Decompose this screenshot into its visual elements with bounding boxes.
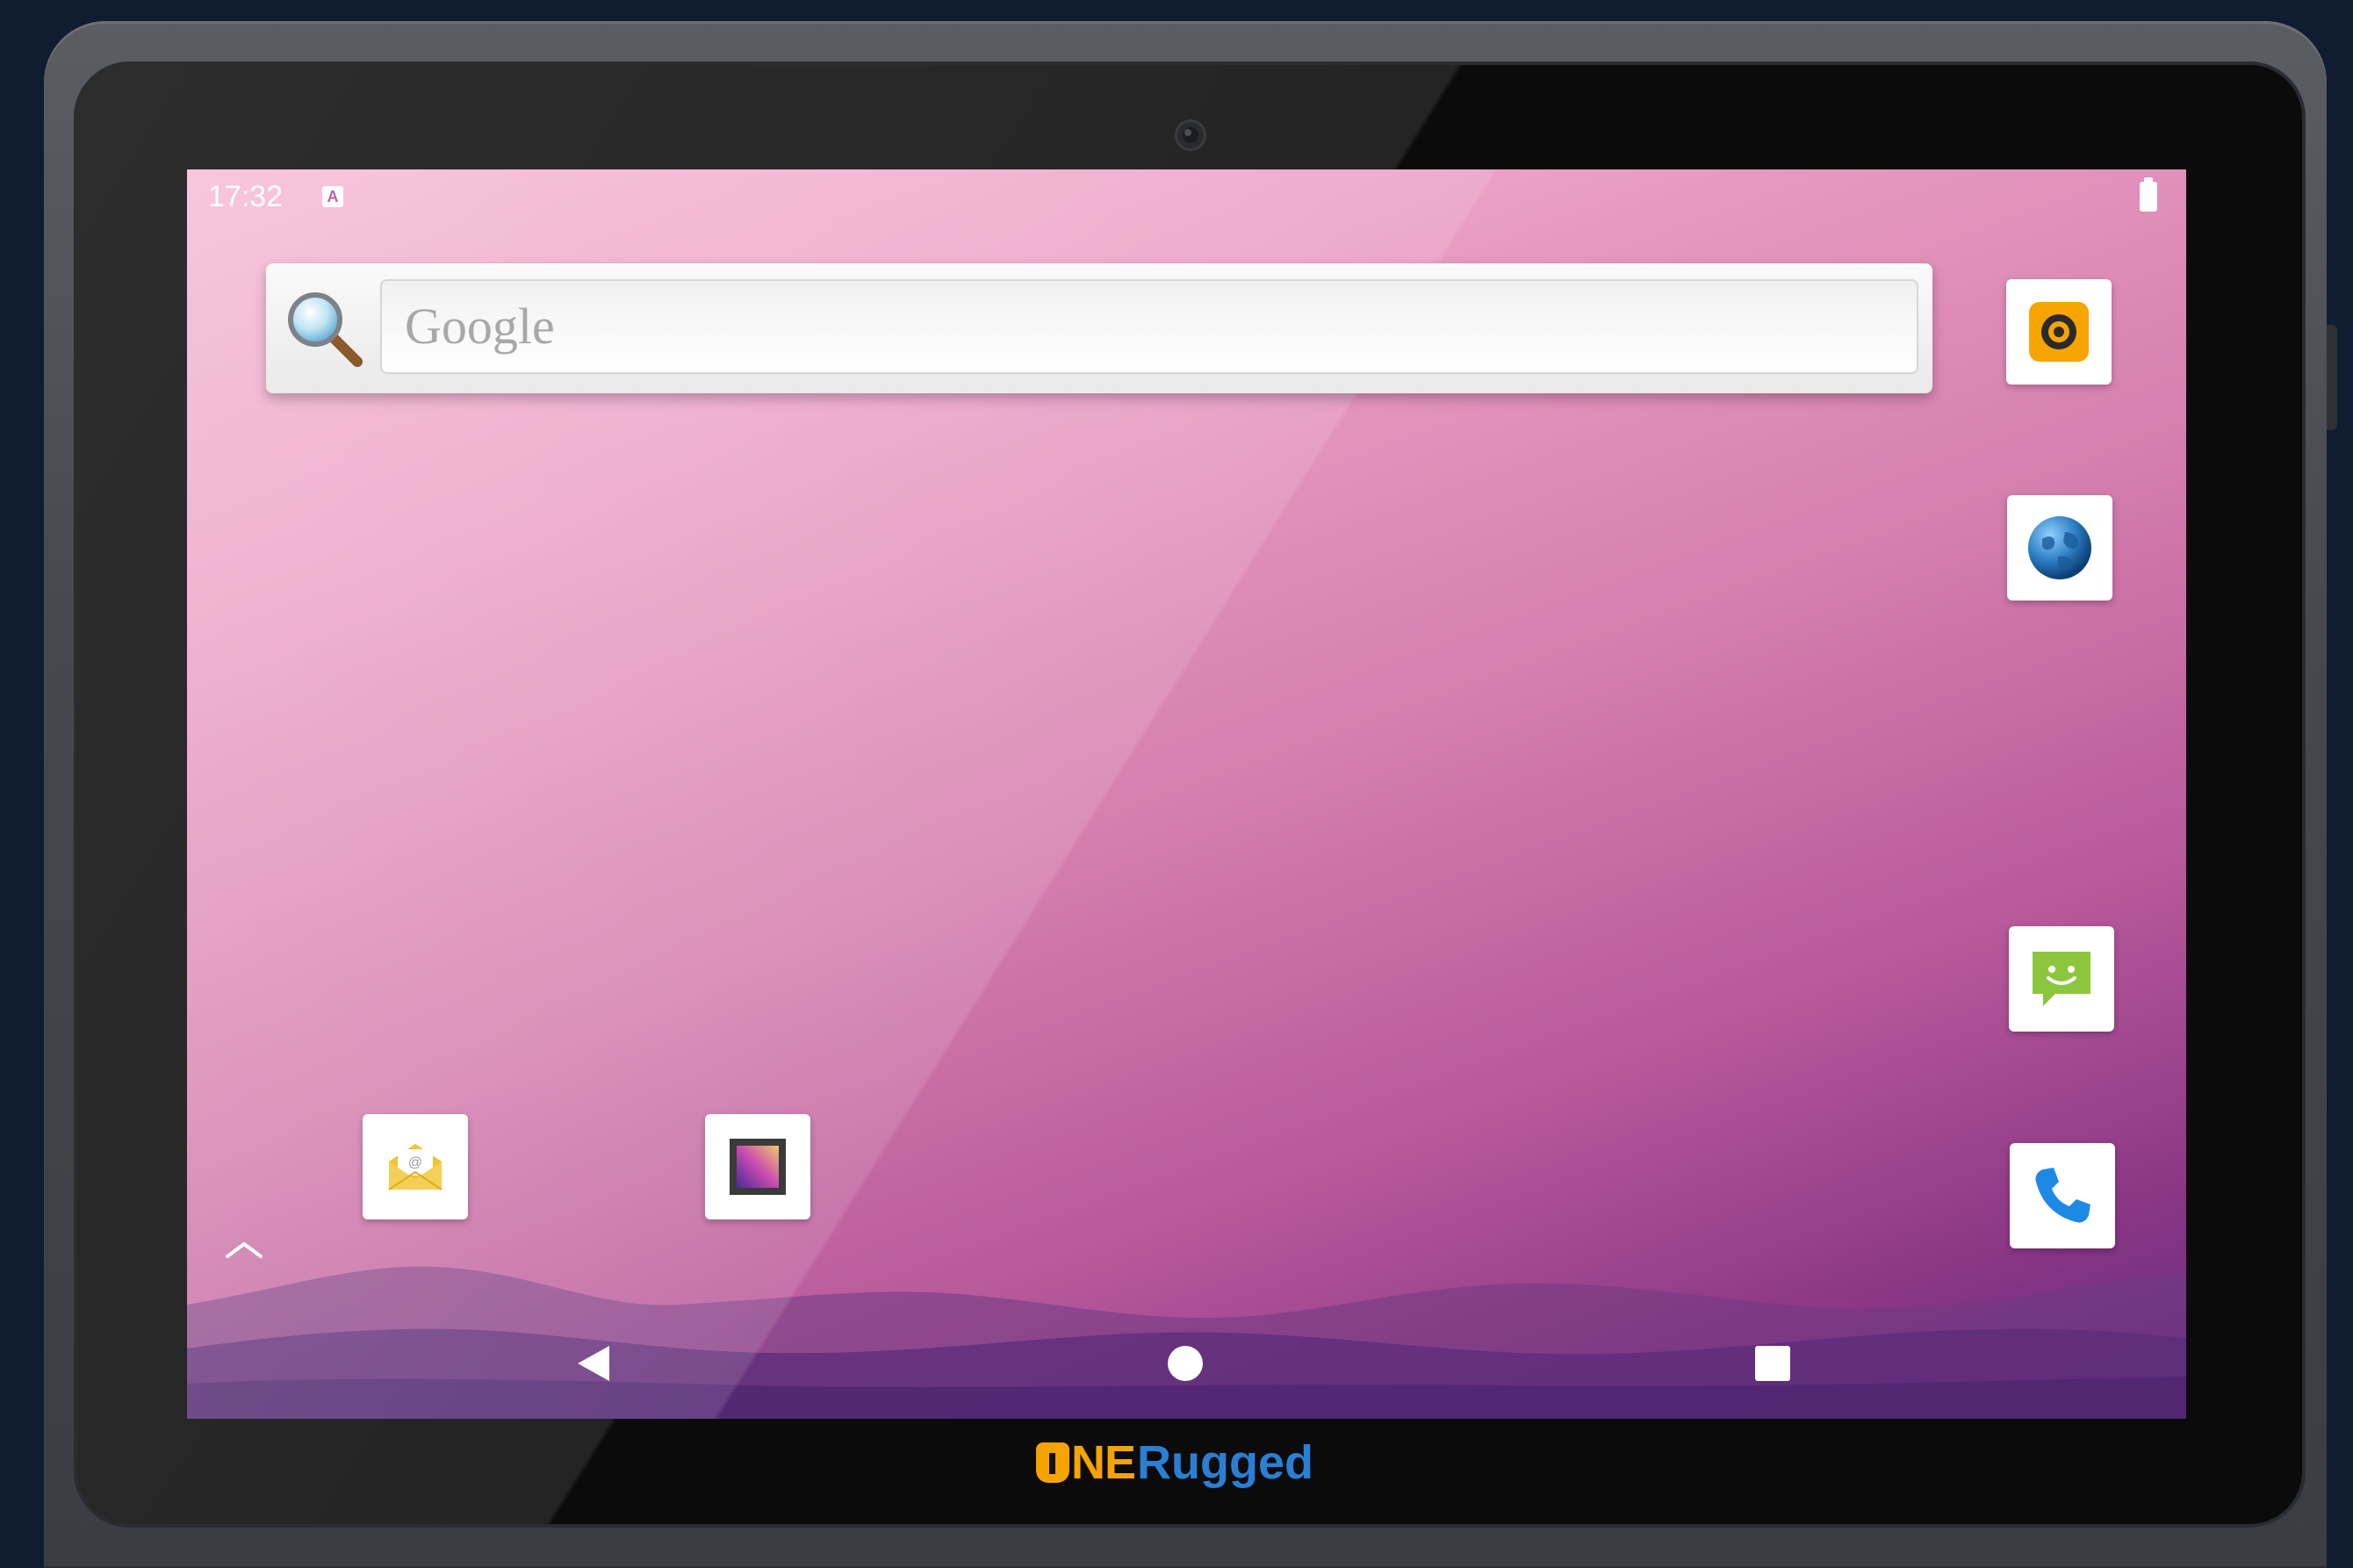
home-circle-icon[interactable] xyxy=(1168,1346,1203,1381)
phone-app[interactable] xyxy=(2010,1143,2115,1248)
email-app[interactable]: @ xyxy=(363,1114,468,1219)
status-time: 17:32 xyxy=(208,180,284,213)
recents-square-icon[interactable] xyxy=(1755,1346,1790,1381)
camera-app[interactable] xyxy=(2006,279,2112,385)
front-camera-icon xyxy=(1175,119,1206,151)
search-icon[interactable] xyxy=(282,286,366,370)
brand-mark-icon xyxy=(1036,1442,1069,1483)
picture-icon xyxy=(730,1139,786,1195)
svg-text:@: @ xyxy=(408,1155,422,1170)
device-brand-logo: NE Rugged xyxy=(1036,1436,1313,1489)
smiley-chat-icon xyxy=(2033,952,2090,1006)
search-input[interactable]: Google xyxy=(380,279,1918,374)
camera-shutter-icon xyxy=(2029,302,2089,362)
phone-icon xyxy=(2035,1168,2090,1223)
google-search-widget[interactable]: Google xyxy=(266,263,1932,393)
notification-a-icon: A xyxy=(322,186,343,207)
brand-suffix: Rugged xyxy=(1137,1436,1313,1489)
side-key xyxy=(2327,325,2337,430)
globe-icon xyxy=(2028,516,2091,579)
battery-icon xyxy=(2140,177,2157,212)
home-screen[interactable]: 17:32 A Google @ xyxy=(187,169,2186,1419)
brand-prefix: NE xyxy=(1071,1436,1136,1489)
envelope-icon: @ xyxy=(388,1144,443,1190)
chevron-up-icon[interactable] xyxy=(224,1239,264,1262)
back-triangle-icon[interactable] xyxy=(576,1344,611,1383)
wallpaper-mountains xyxy=(187,1266,2186,1419)
gallery-app[interactable] xyxy=(705,1114,810,1219)
messaging-app[interactable] xyxy=(2009,926,2114,1032)
browser-app[interactable] xyxy=(2007,495,2112,601)
status-bar[interactable]: 17:32 A xyxy=(187,169,2186,226)
